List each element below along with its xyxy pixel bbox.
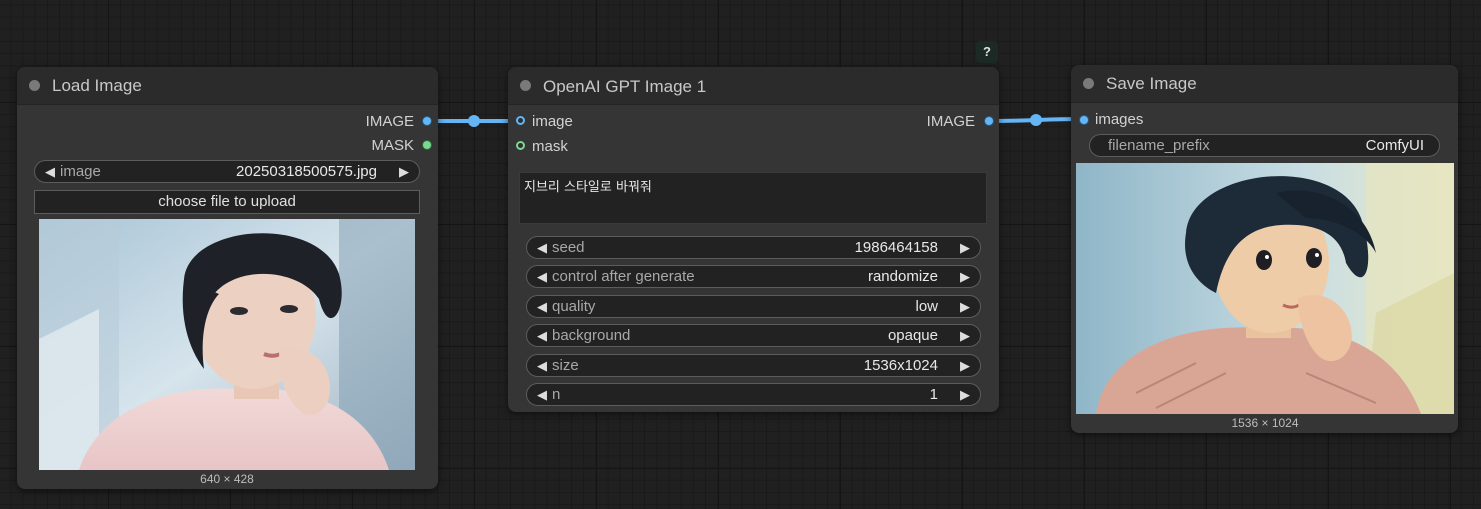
- combo-prev-arrow[interactable]: ◀: [43, 164, 57, 180]
- next-arrow[interactable]: ▶: [958, 328, 972, 344]
- widget-label: background: [552, 327, 631, 344]
- combo-next-arrow[interactable]: ▶: [397, 164, 411, 180]
- widget-value: randomize: [867, 268, 938, 285]
- save-image-header[interactable]: Save Image: [1071, 65, 1458, 103]
- photo-portrait: [39, 219, 415, 470]
- help-badge[interactable]: ?: [976, 41, 998, 63]
- node-title: OpenAI GPT Image 1: [543, 77, 707, 96]
- image-file-combo[interactable]: ◀ image 20250318500575.jpg ▶: [34, 160, 420, 183]
- prompt-textarea[interactable]: 지브리 스타일로 바꿔줘: [519, 172, 987, 224]
- node-title: Load Image: [52, 76, 142, 95]
- next-arrow[interactable]: ▶: [958, 269, 972, 285]
- widget-label: filename_prefix: [1108, 137, 1210, 154]
- output-image-size: 1536 × 1024: [1231, 416, 1299, 430]
- next-arrow[interactable]: ▶: [958, 299, 972, 315]
- widget-label: size: [552, 357, 579, 374]
- output-socket-image[interactable]: [984, 116, 994, 126]
- input-socket-images[interactable]: [1079, 115, 1089, 125]
- prev-arrow[interactable]: ◀: [535, 269, 549, 285]
- widget-label: control after generate: [552, 268, 695, 285]
- link-midpoint-2: [1030, 114, 1042, 126]
- input-label-mask: mask: [532, 138, 568, 155]
- input-image-size: 640 × 428: [200, 472, 254, 486]
- link-midpoint-1: [468, 115, 480, 127]
- next-arrow[interactable]: ▶: [958, 358, 972, 374]
- quality-widget[interactable]: ◀ quality low ▶: [526, 295, 981, 318]
- collapse-dot[interactable]: [1083, 78, 1094, 89]
- input-label-images: images: [1095, 111, 1144, 128]
- size-widget[interactable]: ◀ size 1536x1024 ▶: [526, 354, 981, 377]
- gpt-image-node[interactable]: OpenAI GPT Image 1 image mask IMAGE 지브리 …: [508, 67, 999, 412]
- widget-label: n: [552, 386, 561, 403]
- load-image-node[interactable]: Load Image IMAGE MASK ◀ image 2025031850…: [17, 67, 438, 489]
- widget-value: 1536x1024: [863, 357, 938, 374]
- upload-button[interactable]: choose file to upload: [34, 190, 420, 214]
- save-image-node[interactable]: Save Image images filename_prefix ComfyU…: [1071, 65, 1458, 433]
- input-image-preview: [39, 219, 415, 470]
- widget-value: low: [915, 298, 938, 315]
- collapse-dot[interactable]: [29, 80, 40, 91]
- widget-label: image: [60, 163, 101, 180]
- widget-value: 1: [929, 386, 938, 403]
- prev-arrow[interactable]: ◀: [535, 299, 549, 315]
- output-label-image: IMAGE: [926, 113, 975, 130]
- output-label-image: IMAGE: [365, 113, 414, 130]
- node-title: Save Image: [1106, 74, 1197, 93]
- output-label-mask: MASK: [371, 137, 414, 154]
- prev-arrow[interactable]: ◀: [535, 358, 549, 374]
- collapse-dot[interactable]: [520, 80, 531, 91]
- n-widget[interactable]: ◀ n 1 ▶: [526, 383, 981, 406]
- anime-portrait: [1076, 163, 1454, 414]
- output-socket-mask[interactable]: [422, 140, 432, 150]
- increment-arrow[interactable]: ▶: [958, 387, 972, 403]
- widget-value: ComfyUI: [1365, 137, 1424, 154]
- filename-prefix-widget[interactable]: filename_prefix ComfyUI: [1089, 134, 1440, 157]
- output-socket-image[interactable]: [422, 116, 432, 126]
- widget-value: opaque: [887, 327, 938, 344]
- prev-arrow[interactable]: ◀: [535, 328, 549, 344]
- input-socket-image[interactable]: [516, 116, 525, 125]
- output-image-preview: [1076, 163, 1454, 414]
- widget-value: 1986464158: [854, 239, 938, 256]
- gpt-image-header[interactable]: OpenAI GPT Image 1: [508, 67, 999, 105]
- input-label-image: image: [532, 113, 573, 130]
- input-socket-mask[interactable]: [516, 141, 525, 150]
- control-after-generate-widget[interactable]: ◀ control after generate randomize ▶: [526, 265, 981, 288]
- decrement-arrow[interactable]: ◀: [535, 387, 549, 403]
- decrement-arrow[interactable]: ◀: [535, 240, 549, 256]
- load-image-header[interactable]: Load Image: [17, 67, 438, 105]
- seed-widget[interactable]: ◀ seed 1986464158 ▶: [526, 236, 981, 259]
- increment-arrow[interactable]: ▶: [958, 240, 972, 256]
- widget-value: 20250318500575.jpg: [236, 163, 377, 180]
- widget-label: seed: [552, 239, 585, 256]
- widget-label: quality: [552, 298, 596, 315]
- background-widget[interactable]: ◀ background opaque ▶: [526, 324, 981, 347]
